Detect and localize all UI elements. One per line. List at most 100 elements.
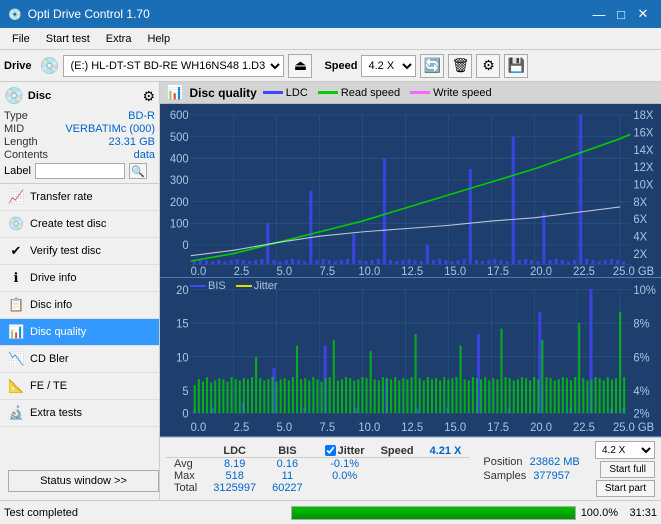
svg-text:2%: 2%	[633, 406, 650, 421]
sidebar-item-label-cd-bler: CD Bler	[30, 353, 69, 365]
samples-row: Samples 377957	[483, 470, 579, 482]
legend-ldc-color	[263, 91, 283, 94]
maximize-button[interactable]: □	[611, 5, 631, 23]
jitter-checkbox[interactable]	[325, 445, 336, 456]
svg-text:0: 0	[182, 406, 189, 421]
erase-button[interactable]: 🗑	[448, 54, 472, 78]
samples-value: 377957	[533, 470, 570, 482]
svg-text:0: 0	[182, 240, 188, 252]
jitter-label: Jitter	[338, 445, 365, 457]
menu-help[interactable]: Help	[139, 31, 178, 47]
sidebar-item-disc-quality[interactable]: 📊 Disc quality	[0, 319, 159, 346]
position-samples: Position 23862 MB Samples 377957	[483, 456, 579, 482]
svg-text:17.5: 17.5	[487, 420, 509, 435]
save-button[interactable]: 💾	[504, 54, 528, 78]
legend-bis-color	[190, 285, 206, 287]
svg-text:20.0: 20.0	[530, 266, 552, 277]
sidebar-item-label-drive-info: Drive info	[30, 272, 76, 284]
svg-text:400: 400	[170, 153, 189, 165]
svg-text:4%: 4%	[633, 384, 650, 399]
disc-label-input[interactable]	[35, 163, 125, 179]
drive-info-icon: ℹ	[8, 270, 24, 286]
sidebar-item-disc-info[interactable]: 📋 Disc info	[0, 292, 159, 319]
svg-text:500: 500	[170, 132, 189, 144]
sidebar-item-label-verify-test-disc: Verify test disc	[30, 245, 101, 257]
menu-start-test[interactable]: Start test	[38, 31, 98, 47]
stats-col-speed-value: 4.21 X	[422, 445, 470, 458]
disc-type-row: Type BD-R	[4, 110, 155, 122]
sidebar: 💿 Disc ⚙ Type BD-R MID VERBATIMc (000) L…	[0, 82, 160, 500]
svg-text:22.5: 22.5	[573, 266, 595, 277]
svg-text:17.5: 17.5	[487, 266, 509, 277]
svg-text:5.0: 5.0	[277, 266, 293, 277]
svg-text:6X: 6X	[633, 214, 647, 226]
main-area: 💿 Disc ⚙ Type BD-R MID VERBATIMc (000) L…	[0, 82, 661, 500]
create-test-disc-icon: 💿	[8, 216, 24, 232]
drive-select[interactable]: (E:) HL-DT-ST BD-RE WH16NS48 1.D3	[63, 55, 284, 77]
chart-ldc-svg: 600 500 400 300 200 100 0 18X 16X 14X 12…	[160, 104, 661, 277]
svg-text:8X: 8X	[633, 197, 647, 209]
sidebar-item-label-disc-quality: Disc quality	[30, 326, 86, 338]
svg-text:25.0 GB: 25.0 GB	[613, 266, 654, 277]
svg-text:5: 5	[182, 384, 189, 399]
sidebar-item-fe-te[interactable]: 📐 FE / TE	[0, 373, 159, 400]
svg-text:20: 20	[176, 283, 189, 298]
menu-file[interactable]: File	[4, 31, 38, 47]
samples-label: Samples	[483, 470, 526, 482]
chart2-legend: BIS Jitter	[190, 280, 278, 292]
disc-header: 💿 Disc ⚙	[4, 86, 155, 106]
stats-speed-select[interactable]: 4.2 X	[595, 441, 655, 459]
verify-test-disc-icon: ✔	[8, 243, 24, 259]
legend-read-speed: Read speed	[318, 87, 400, 99]
progress-bar-fill	[292, 507, 575, 519]
disc-label-btn[interactable]: 🔍	[129, 163, 147, 179]
sidebar-item-verify-test-disc[interactable]: ✔ Verify test disc	[0, 238, 159, 265]
svg-text:12.5: 12.5	[401, 266, 423, 277]
chart-ldc: 600 500 400 300 200 100 0 18X 16X 14X 12…	[160, 104, 661, 278]
position-value: 23862 MB	[530, 456, 580, 468]
stats-total-label: Total	[166, 482, 205, 494]
stats-table: LDC BIS Jitter Speed 4.21 X	[166, 445, 469, 494]
disc-contents-value: data	[134, 149, 155, 161]
app-icon: 💿	[8, 8, 22, 21]
disc-quality-icon: 📊	[8, 324, 24, 340]
stats-avg-bis: 0.16	[264, 457, 311, 470]
title-bar-controls: — □ ✕	[589, 5, 653, 23]
svg-text:2.5: 2.5	[234, 266, 250, 277]
svg-text:100: 100	[170, 218, 189, 230]
status-bar: Test completed 100.0% 31:31	[0, 500, 661, 524]
disc-info-icon: 📋	[8, 297, 24, 313]
drive-icon: 💿	[40, 56, 60, 76]
svg-text:2X: 2X	[633, 249, 647, 261]
sidebar-item-drive-info[interactable]: ℹ Drive info	[0, 265, 159, 292]
svg-text:25.0 GB: 25.0 GB	[613, 420, 654, 435]
settings-button[interactable]: ⚙	[476, 54, 500, 78]
sidebar-item-transfer-rate[interactable]: 📈 Transfer rate	[0, 184, 159, 211]
legend-write-speed-color	[410, 91, 430, 94]
start-full-button[interactable]: Start full	[600, 461, 655, 478]
speed-select[interactable]: 4.2 X	[361, 55, 416, 77]
legend-jitter-color	[236, 285, 252, 287]
eject-button[interactable]: ⏏	[288, 54, 312, 78]
charts-container: 600 500 400 300 200 100 0 18X 16X 14X 12…	[160, 104, 661, 437]
status-window-button[interactable]: Status window >>	[8, 470, 159, 492]
stats-max-jitter: 0.0%	[311, 470, 373, 482]
start-part-button[interactable]: Start part	[596, 480, 655, 497]
disc-mid-value: VERBATIMc (000)	[65, 123, 155, 135]
menu-extra[interactable]: Extra	[98, 31, 140, 47]
stats-total-ldc: 3125997	[205, 482, 264, 494]
svg-text:15: 15	[176, 316, 189, 331]
minimize-button[interactable]: —	[589, 5, 609, 23]
close-button[interactable]: ✕	[633, 5, 653, 23]
legend-write-speed-label: Write speed	[433, 87, 492, 99]
sidebar-item-cd-bler[interactable]: 📉 CD Bler	[0, 346, 159, 373]
stats-total-bis: 60227	[264, 482, 311, 494]
svg-text:12.5: 12.5	[401, 420, 423, 435]
refresh-button[interactable]: 🔄	[420, 54, 444, 78]
stats-avg-jitter: -0.1%	[311, 457, 373, 470]
fe-te-icon: 📐	[8, 378, 24, 394]
sidebar-item-create-test-disc[interactable]: 💿 Create test disc	[0, 211, 159, 238]
svg-text:8%: 8%	[633, 316, 650, 331]
sidebar-item-extra-tests[interactable]: 🔬 Extra tests	[0, 400, 159, 427]
svg-text:14X: 14X	[633, 145, 653, 157]
